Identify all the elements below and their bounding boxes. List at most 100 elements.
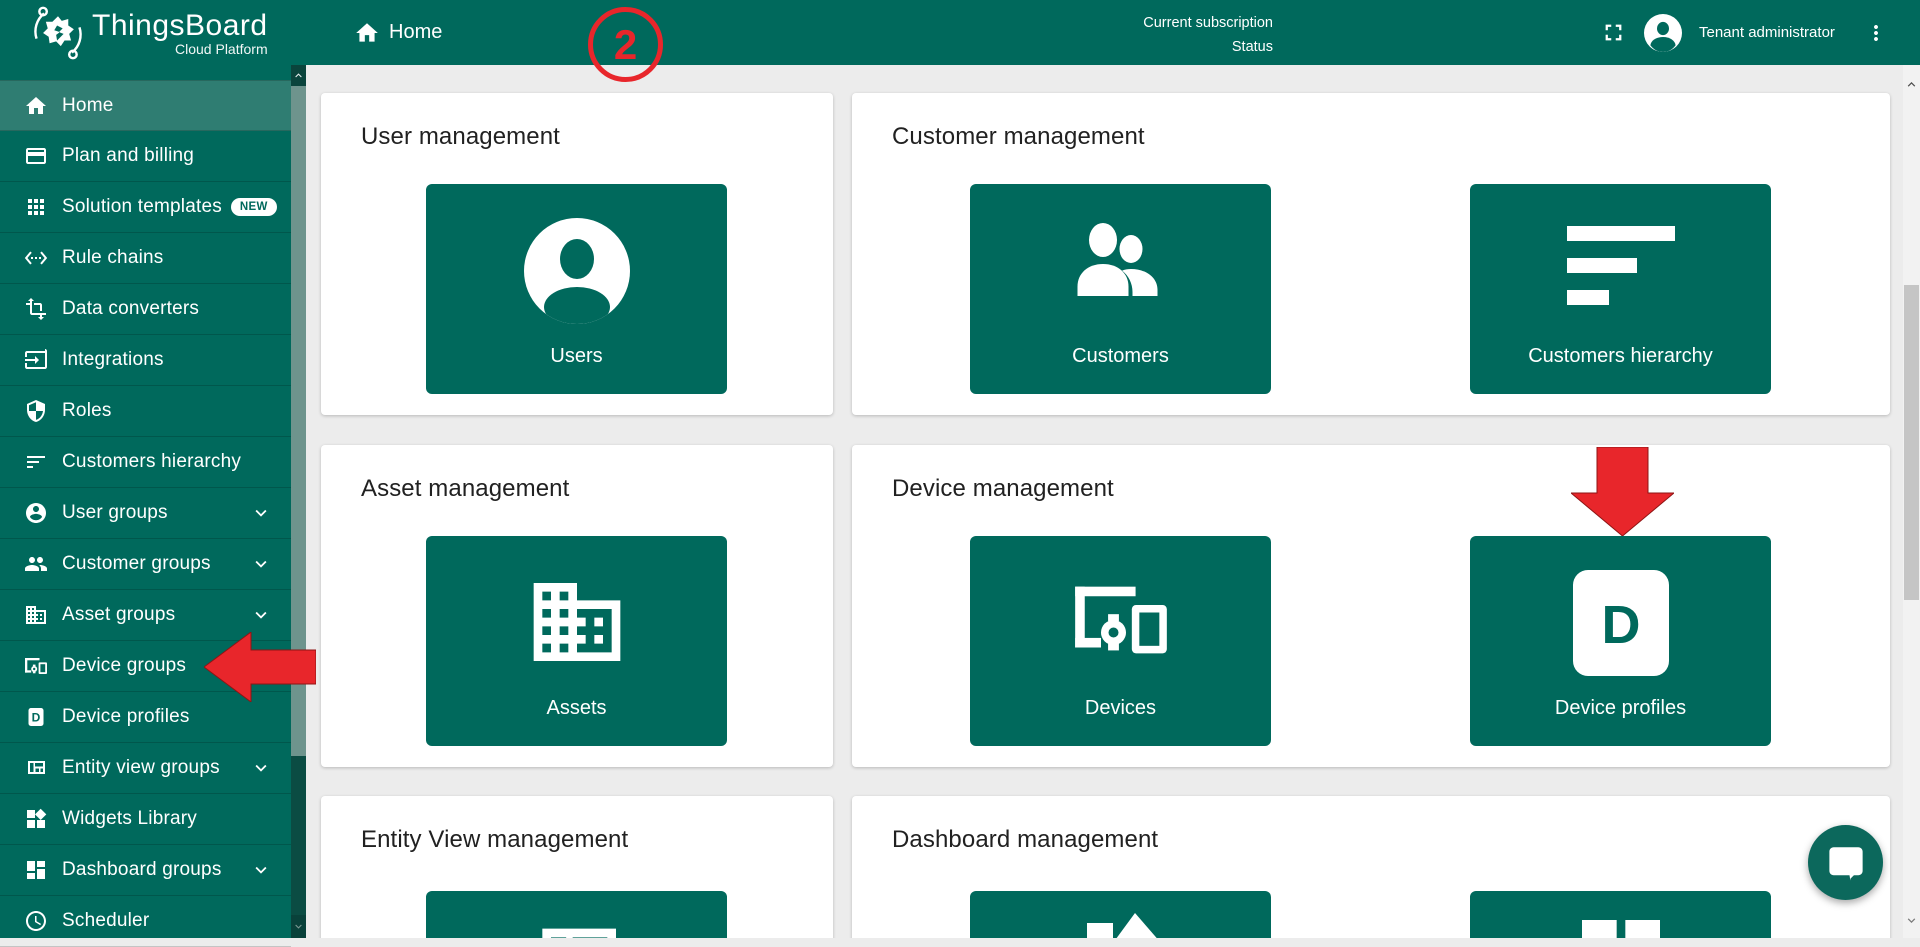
avatar xyxy=(1644,14,1682,52)
annotation-step-circle: 2 xyxy=(588,7,663,82)
entity-views-tile[interactable] xyxy=(426,891,727,938)
chevron-down-icon xyxy=(250,757,272,779)
assets-tile[interactable]: Assets xyxy=(426,536,727,746)
view-quilt-icon xyxy=(24,756,48,780)
chat-button[interactable] xyxy=(1808,825,1883,900)
person-circle-icon xyxy=(24,501,48,525)
app-header: ThingsBoard Cloud Platform Home Current … xyxy=(0,0,1920,65)
sidebar-nav: Home Plan and billing Solution templates… xyxy=(0,65,291,938)
sidebar-scroll-up-button[interactable] xyxy=(291,65,306,86)
person-circle-icon xyxy=(426,218,727,324)
annotation-step-number: 2 xyxy=(614,21,637,69)
card-title: Asset management xyxy=(361,475,833,503)
subscription-info: Current subscription Status xyxy=(1023,11,1273,59)
card-user-management: User management Users xyxy=(321,93,833,415)
credit-card-icon xyxy=(24,144,48,168)
chevron-down-icon xyxy=(250,502,272,524)
device-profiles-tile[interactable]: D Device profiles xyxy=(1470,536,1771,746)
card-title: Entity View management xyxy=(361,826,833,854)
chevron-down-icon xyxy=(250,553,272,575)
devices-icon xyxy=(24,654,48,678)
rule-chain-icon xyxy=(24,246,48,270)
more-vert-icon xyxy=(1864,21,1888,45)
content-scrollbar[interactable] xyxy=(1903,65,1920,938)
sidebar-item-roles[interactable]: Roles xyxy=(0,386,291,437)
sidebar-item-customers-hierarchy[interactable]: Customers hierarchy xyxy=(0,437,291,488)
new-badge: NEW xyxy=(231,198,277,216)
customers-hierarchy-tile[interactable]: Customers hierarchy xyxy=(1470,184,1771,394)
breadcrumb[interactable]: Home xyxy=(354,0,442,65)
card-asset-management: Asset management Assets xyxy=(321,445,833,767)
devices-tile[interactable]: Devices xyxy=(970,536,1271,746)
user-role: Tenant administrator xyxy=(1699,0,1835,65)
thingsboard-logo-icon xyxy=(30,5,86,61)
customers-tile[interactable]: Customers xyxy=(970,184,1271,394)
content-scroll-down-button[interactable] xyxy=(1903,913,1920,928)
building-icon xyxy=(24,603,48,627)
sidebar-item-solution-templates[interactable]: Solution templates NEW xyxy=(0,182,291,233)
logo-subtitle: Cloud Platform xyxy=(92,41,268,57)
solution-templates-tile[interactable] xyxy=(970,891,1271,938)
dashboards-tile[interactable] xyxy=(1470,891,1771,938)
status-label: Status xyxy=(1023,35,1273,59)
content-scrollbar-thumb[interactable] xyxy=(1904,285,1919,600)
dashboard-icon xyxy=(24,858,48,882)
transform-icon xyxy=(24,297,48,321)
sidebar-item-rule-chains[interactable]: Rule chains xyxy=(0,233,291,284)
fullscreen-icon xyxy=(1600,19,1627,46)
fullscreen-button[interactable] xyxy=(1600,0,1627,65)
svg-text:D: D xyxy=(32,711,41,725)
sidebar-item-entity-view-groups[interactable]: Entity view groups xyxy=(0,743,291,794)
device-profile-icon: D xyxy=(1470,570,1771,676)
building-icon xyxy=(426,570,727,674)
more-menu-button[interactable] xyxy=(1864,0,1888,65)
users-tile[interactable]: Users xyxy=(426,184,727,394)
card-title: Dashboard management xyxy=(892,826,1890,854)
subscription-label: Current subscription xyxy=(1023,11,1273,35)
rocket-icon xyxy=(970,907,1271,938)
breadcrumb-label: Home xyxy=(389,21,442,44)
sidebar-scrollbar[interactable] xyxy=(291,65,306,938)
dashboards-icon xyxy=(1470,907,1771,938)
user-avatar-button[interactable] xyxy=(1644,0,1682,65)
people-icon xyxy=(24,552,48,576)
input-arrow-icon xyxy=(24,348,48,372)
shield-icon xyxy=(24,399,48,423)
device-profile-icon: D xyxy=(24,705,48,729)
card-device-management: Device management Devices D Device profi… xyxy=(852,445,1890,767)
annotation-arrow-left-icon xyxy=(204,632,316,702)
sidebar-item-dashboard-groups[interactable]: Dashboard groups xyxy=(0,845,291,896)
thingsboard-logo[interactable]: ThingsBoard Cloud Platform xyxy=(30,5,268,61)
apps-grid-icon xyxy=(24,195,48,219)
sidebar-item-customer-groups[interactable]: Customer groups xyxy=(0,539,291,590)
sidebar-item-user-groups[interactable]: User groups xyxy=(0,488,291,539)
sidebar-item-scheduler[interactable]: Scheduler xyxy=(0,896,291,947)
clock-icon xyxy=(24,909,48,933)
sort-lines-icon xyxy=(24,450,48,474)
content-scroll-up-button[interactable] xyxy=(1903,77,1920,92)
sidebar-item-integrations[interactable]: Integrations xyxy=(0,335,291,386)
logo-title: ThingsBoard xyxy=(92,9,268,43)
chevron-down-icon xyxy=(250,604,272,626)
view-quilt-icon xyxy=(426,907,727,938)
widgets-icon xyxy=(24,807,48,831)
home-icon xyxy=(354,20,380,46)
chevron-down-icon xyxy=(250,859,272,881)
card-customer-management: Customer management Customers Cu xyxy=(852,93,1890,415)
devices-icon xyxy=(970,570,1271,670)
svg-text:D: D xyxy=(1601,595,1640,655)
annotation-arrow-down-icon xyxy=(1571,447,1674,536)
sidebar-scroll-down-button[interactable] xyxy=(291,915,306,938)
home-icon xyxy=(24,94,48,118)
card-title: Customer management xyxy=(892,123,1890,151)
card-entity-view-management: Entity View management xyxy=(321,796,833,938)
sort-lines-icon xyxy=(1470,218,1771,314)
chat-bubble-icon xyxy=(1825,842,1867,884)
sidebar-item-home[interactable]: Home xyxy=(0,80,291,131)
sidebar-item-data-converters[interactable]: Data converters xyxy=(0,284,291,335)
sidebar-item-widgets-library[interactable]: Widgets Library xyxy=(0,794,291,845)
card-title: User management xyxy=(361,123,833,151)
people-icon xyxy=(970,218,1271,314)
card-title: Device management xyxy=(892,475,1890,503)
sidebar-item-plan-and-billing[interactable]: Plan and billing xyxy=(0,131,291,182)
